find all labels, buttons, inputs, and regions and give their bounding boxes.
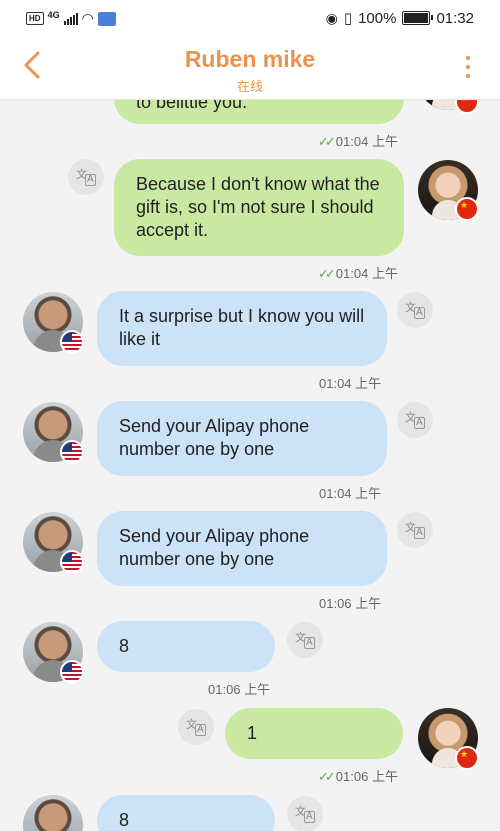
translate-button[interactable] [397, 402, 433, 438]
read-check-icon: ✓✓ [318, 769, 336, 784]
message-bubble-incoming[interactable]: 8 [97, 795, 275, 831]
message-bubble-incoming[interactable]: Send your Alipay phone number one by one [97, 511, 387, 586]
translate-button[interactable] [287, 622, 323, 658]
translate-icon [295, 629, 315, 649]
eye-icon: ◉ [325, 9, 338, 26]
dot-icon [466, 65, 470, 69]
us-flag-icon [60, 660, 84, 684]
translate-icon [76, 166, 96, 186]
read-check-icon: ✓✓ [318, 134, 336, 149]
translate-button[interactable] [397, 512, 433, 548]
wifi-icon: ◠ [81, 10, 94, 26]
clock: 01:32 [436, 9, 474, 27]
online-status: 在线 [236, 79, 263, 94]
china-flag-icon [455, 746, 479, 770]
message-time: ✓✓ 01:06 上午 [318, 769, 398, 784]
translate-icon [186, 716, 206, 736]
message-bubble-outgoing[interactable]: 1 [225, 708, 403, 759]
message-time: ✓✓ 01:04 上午 [318, 266, 398, 281]
app-notification-icon [97, 11, 116, 26]
message-time: 01:06 上午 [208, 682, 271, 697]
signal-icon [63, 12, 78, 25]
vibrate-icon: ▯ [343, 10, 353, 27]
message-text: Send your Alipay phone number one by one [119, 416, 310, 459]
message-text: It a surprise but I know you will like i… [119, 306, 365, 349]
translate-button[interactable] [287, 796, 323, 831]
message-bubble-incoming[interactable]: 8 [97, 621, 275, 672]
contact-name: Ruben mike [184, 46, 316, 72]
translate-button[interactable] [397, 292, 433, 328]
message-time: 01:04 上午 [319, 376, 382, 391]
message-list[interactable]: to belittle you. ✓✓01:04 上午 Because I do… [0, 100, 500, 831]
dot-icon [466, 56, 470, 60]
us-flag-icon [60, 550, 84, 574]
translate-icon [295, 803, 315, 823]
battery-icon [402, 11, 434, 25]
china-flag-icon [455, 197, 479, 221]
china-flag-icon [455, 100, 479, 114]
chat-header: Ruben mike 在线 [0, 36, 500, 100]
dot-icon [466, 74, 470, 78]
message-text: Send your Alipay phone number one by one [119, 526, 310, 569]
message-bubble-incoming[interactable]: Send your Alipay phone number one by one [97, 401, 387, 476]
message-bubble-incoming[interactable]: It a surprise but I know you will like i… [97, 291, 387, 366]
message-text: Because I don't know what the gift is, s… [136, 174, 380, 240]
translate-icon [405, 409, 425, 429]
translate-icon [405, 519, 425, 539]
message-text: 8 [119, 810, 130, 830]
message-bubble-outgoing[interactable]: Because I don't know what the gift is, s… [114, 159, 404, 256]
network-type: 4G [47, 9, 60, 20]
message-time: ✓✓ 01:04 上午 [318, 134, 398, 149]
message-time: 01:06 上午 [319, 596, 382, 611]
status-right: ◉ ▯ 100% 01:32 [325, 9, 474, 28]
us-flag-icon [60, 330, 84, 354]
translate-icon [405, 299, 425, 319]
translate-button[interactable] [68, 159, 104, 195]
more-options-button[interactable] [464, 56, 472, 83]
message-text: 1 [247, 723, 258, 743]
hd-badge: HD [26, 12, 44, 25]
contact-avatar[interactable] [23, 795, 83, 831]
message-bubble-outgoing[interactable]: to belittle you. [114, 100, 404, 124]
status-bar: HD 4G ◠ ◉ ▯ 100% 01:32 [0, 0, 500, 36]
read-check-icon: ✓✓ [318, 266, 336, 281]
battery-percent: 100% [358, 9, 397, 27]
status-left: HD 4G ◠ [26, 10, 116, 27]
translate-button[interactable] [178, 709, 214, 745]
message-text: 8 [119, 636, 130, 656]
message-time: 01:04 上午 [319, 486, 382, 501]
message-text: to belittle you. [136, 100, 248, 112]
us-flag-icon [60, 440, 84, 464]
